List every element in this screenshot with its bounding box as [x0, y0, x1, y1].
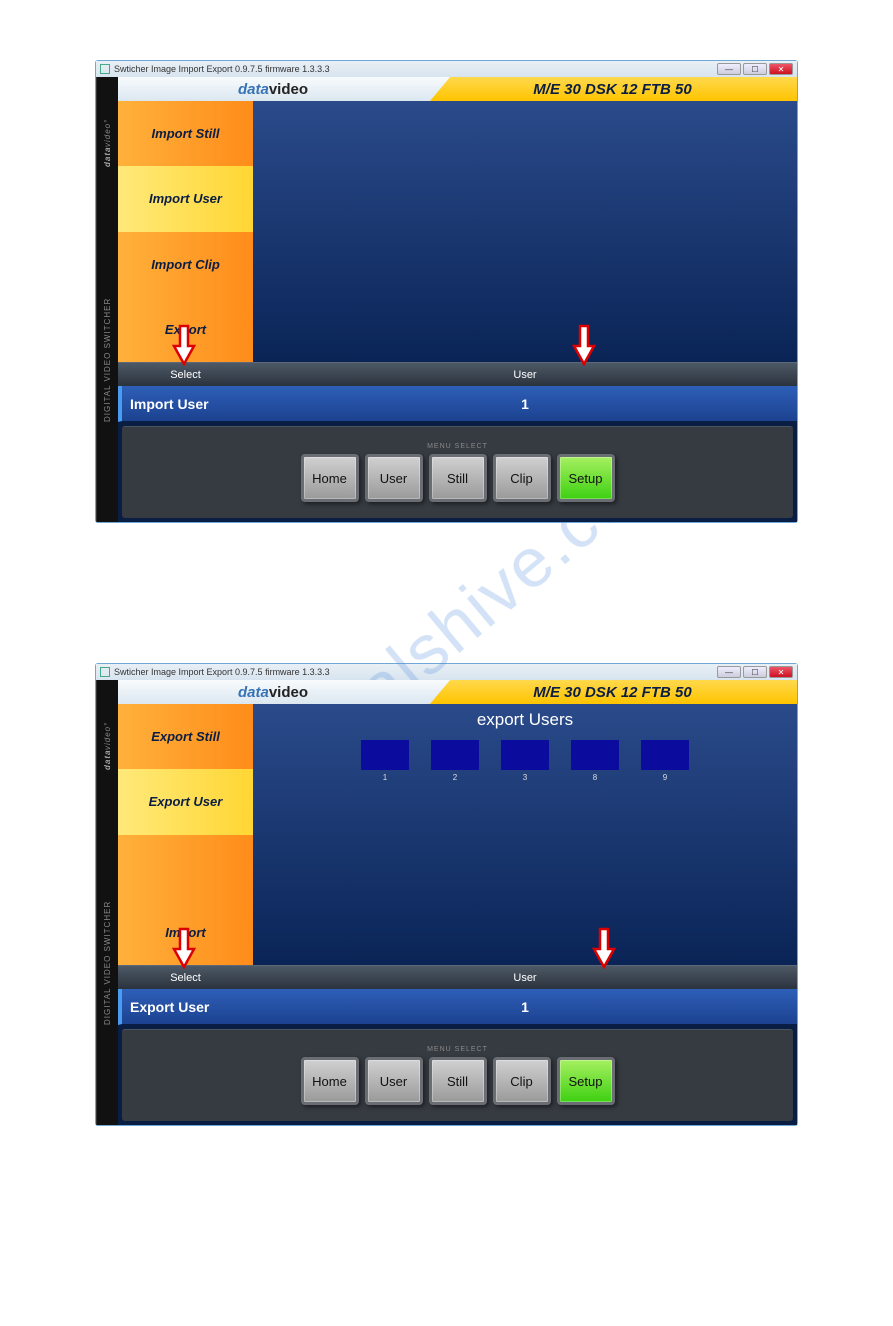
maximize-button[interactable]: ☐ — [743, 63, 767, 75]
column-header-row: Select User — [118, 362, 797, 386]
canvas-title: export Users — [253, 710, 797, 730]
minimize-button[interactable]: — — [717, 63, 741, 75]
app-icon — [100, 64, 110, 74]
arrow-select-icon — [172, 324, 196, 366]
close-button[interactable]: ✕ — [769, 63, 793, 75]
side-brand-strip: DIGITAL VIDEO SWITCHER datavideo° — [96, 77, 118, 522]
brand-logo: datavideo — [118, 77, 428, 101]
user-thumb[interactable]: 2 — [431, 740, 479, 782]
menu-select-bar: MENU SELECT Home User Still Clip Setup — [122, 426, 793, 518]
tab-import-clip[interactable]: Import Clip — [118, 232, 253, 297]
still-button[interactable]: Still — [429, 454, 487, 502]
header-status: M/E 30 DSK 12 FTB 50 — [428, 77, 797, 101]
tab-export-still[interactable]: Export Still — [118, 704, 253, 769]
user-thumb[interactable]: 8 — [571, 740, 619, 782]
setup-button[interactable]: Setup — [557, 1057, 615, 1105]
user-thumb[interactable]: 9 — [641, 740, 689, 782]
side-brand-strip: DIGITAL VIDEO SWITCHER datavideo° — [96, 680, 118, 1125]
close-button[interactable]: ✕ — [769, 666, 793, 678]
app-icon — [100, 667, 110, 677]
status-mode: Import User — [122, 396, 253, 412]
menu-select-label: MENU SELECT — [427, 443, 488, 450]
arrow-user-icon — [592, 927, 616, 969]
column-header-user: User — [253, 972, 797, 984]
minimize-button[interactable]: — — [717, 666, 741, 678]
user-button[interactable]: User — [365, 1057, 423, 1105]
tab-export-user[interactable]: Export User — [118, 769, 253, 834]
window-titlebar: Swticher Image Import Export 0.9.7.5 fir… — [96, 664, 797, 680]
main-canvas — [253, 101, 797, 362]
clip-button[interactable]: Clip — [493, 1057, 551, 1105]
setup-button[interactable]: Setup — [557, 454, 615, 502]
window-titlebar: Swticher Image Import Export 0.9.7.5 fir… — [96, 61, 797, 77]
user-thumb[interactable]: 3 — [501, 740, 549, 782]
status-mode: Export User — [122, 999, 253, 1015]
header-bar: datavideo M/E 30 DSK 12 FTB 50 — [118, 77, 797, 101]
menu-select-bar: MENU SELECT Home User Still Clip Setup — [122, 1029, 793, 1121]
app-window-export: Swticher Image Import Export 0.9.7.5 fir… — [95, 663, 798, 1126]
menu-select-label: MENU SELECT — [427, 1046, 488, 1053]
arrow-user-icon — [572, 324, 596, 366]
header-bar: datavideo M/E 30 DSK 12 FTB 50 — [118, 680, 797, 704]
app-window-import: Swticher Image Import Export 0.9.7.5 fir… — [95, 60, 798, 523]
header-status: M/E 30 DSK 12 FTB 50 — [428, 680, 797, 704]
main-canvas: export Users 1 2 3 8 9 — [253, 704, 797, 965]
status-value: 1 — [253, 396, 797, 412]
user-button[interactable]: User — [365, 454, 423, 502]
tab-import-user[interactable]: Import User — [118, 166, 253, 231]
status-value: 1 — [253, 999, 797, 1015]
column-header-row: Select User — [118, 965, 797, 989]
arrow-select-icon — [172, 927, 196, 969]
home-button[interactable]: Home — [301, 1057, 359, 1105]
status-row: Import User 1 — [118, 386, 797, 422]
maximize-button[interactable]: ☐ — [743, 666, 767, 678]
tab-import-still[interactable]: Import Still — [118, 101, 253, 166]
clip-button[interactable]: Clip — [493, 454, 551, 502]
column-header-select: Select — [118, 369, 253, 381]
tab-blank[interactable] — [118, 835, 253, 900]
column-header-select: Select — [118, 972, 253, 984]
home-button[interactable]: Home — [301, 454, 359, 502]
still-button[interactable]: Still — [429, 1057, 487, 1105]
user-thumb[interactable]: 1 — [361, 740, 409, 782]
window-title: Swticher Image Import Export 0.9.7.5 fir… — [114, 64, 330, 74]
window-title: Swticher Image Import Export 0.9.7.5 fir… — [114, 667, 330, 677]
brand-logo: datavideo — [118, 680, 428, 704]
column-header-user: User — [253, 369, 797, 381]
status-row: Export User 1 — [118, 989, 797, 1025]
